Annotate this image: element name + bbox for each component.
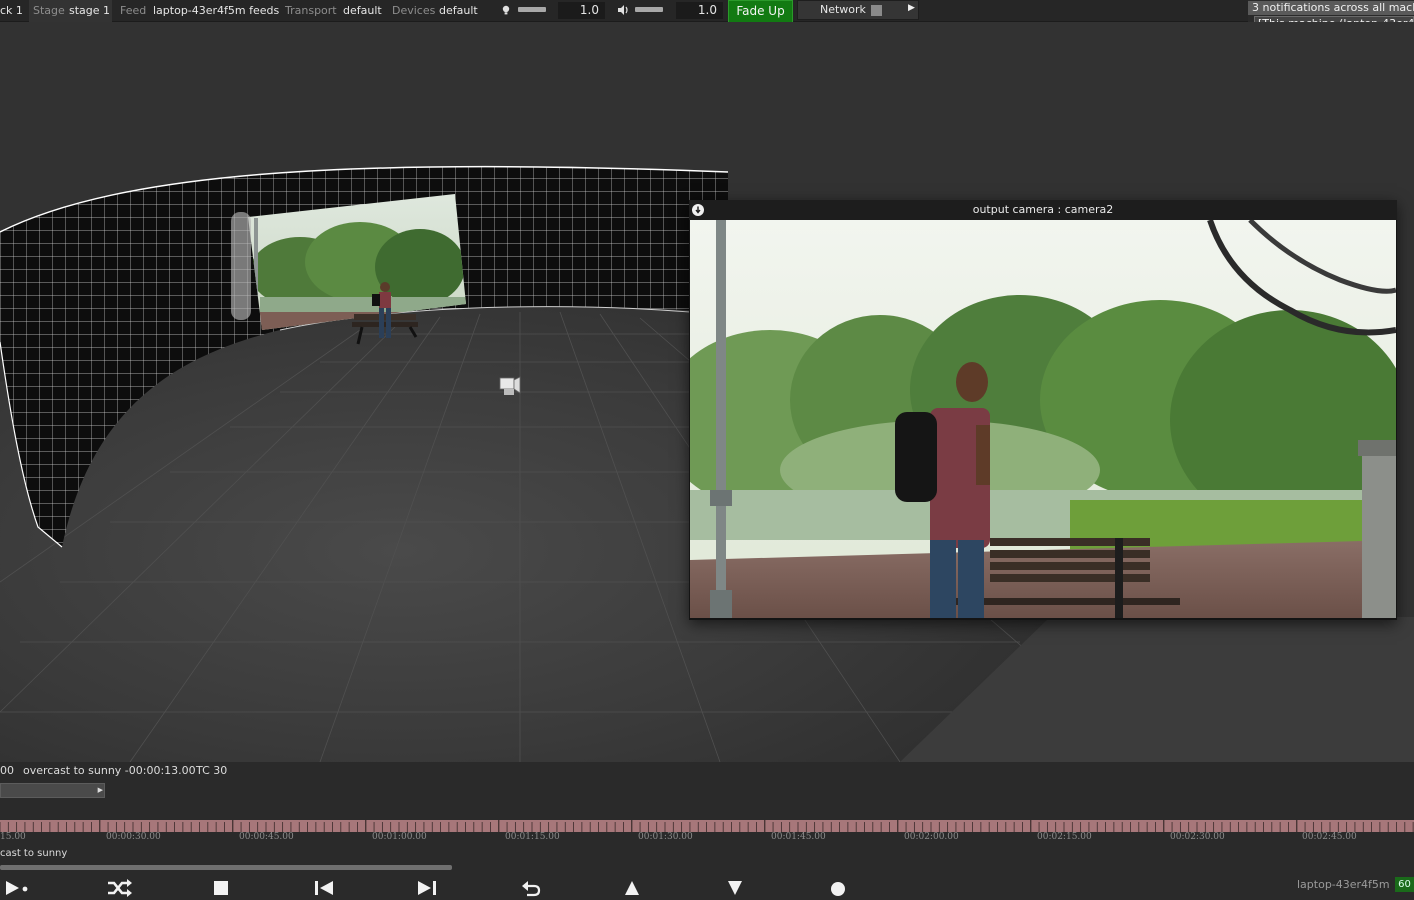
ruler-label: 00:01:30.00 [638, 832, 693, 842]
stage-value[interactable]: stage 1 [69, 2, 110, 24]
cue-track-bar[interactable] [0, 865, 453, 870]
devices-value[interactable]: default [439, 2, 478, 24]
network-panel[interactable]: Network ▶ [797, 0, 919, 20]
previous-cue-button[interactable] [311, 878, 337, 898]
up-icon [625, 881, 639, 895]
machine-name: laptop-43er4f5m [1297, 878, 1390, 891]
cue-scrubber[interactable]: ▶ [0, 783, 105, 798]
move-down-button[interactable] [722, 878, 748, 898]
skip-forward-icon [418, 881, 436, 895]
play-cue-button[interactable] [4, 878, 30, 898]
ruler-label: 00:00:45.00 [239, 832, 294, 842]
down-icon [728, 881, 742, 895]
camera-output-image [690, 220, 1396, 618]
record-button[interactable] [825, 878, 851, 898]
camera-window-title: output camera : camera2 [972, 203, 1114, 216]
timecode-label: TC 30 [196, 764, 228, 777]
feed-value[interactable]: laptop-43er4f5m feeds [153, 2, 279, 24]
ruler-label: 00:01:00.00 [372, 832, 427, 842]
top-toolbar: ck 1 Stage stage 1 Feed laptop-43er4f5m … [0, 0, 1414, 31]
network-label: Network [820, 3, 866, 16]
camera-window-titlebar[interactable]: output camera : camera2 [689, 200, 1397, 220]
ruler-label: 00:02:15.00 [1037, 832, 1092, 842]
shuffle-button[interactable] [106, 878, 132, 898]
play-cue-icon [6, 881, 28, 895]
record-icon [831, 882, 845, 896]
undo-icon [522, 881, 541, 897]
transport-label: Transport [285, 4, 337, 17]
ruler-label: 00:02:00.00 [904, 832, 959, 842]
stage-viewport[interactable]: output camera : camera2 [0, 22, 1414, 762]
transport-value[interactable]: default [343, 2, 382, 24]
volume-icon [618, 5, 630, 15]
next-cue-button[interactable] [414, 878, 440, 898]
stop-button[interactable] [208, 878, 234, 898]
stage-label: Stage [33, 4, 65, 17]
prev-cue-time: 00 [0, 764, 14, 777]
fps-badge: 60 [1395, 877, 1414, 892]
network-toggle[interactable] [871, 5, 882, 16]
undo-button[interactable] [518, 878, 544, 898]
cue-track-name: cast to sunny [0, 848, 68, 859]
ruler-label: 00:02:30.00 [1170, 832, 1225, 842]
shuffle-icon [108, 879, 132, 897]
scrubber-arrow-icon[interactable]: ▶ [98, 786, 103, 794]
volume-slider[interactable] [635, 7, 663, 12]
notifications-count[interactable]: 3 notifications across all machin [1248, 1, 1414, 15]
ruler-label: 00:01:45.00 [771, 832, 826, 842]
brightness-slider[interactable] [518, 7, 546, 12]
feed-label: Feed [120, 4, 147, 17]
brightness-value[interactable]: 1.0 [558, 2, 605, 19]
skip-back-icon [315, 881, 333, 895]
ruler-label: 15.00 [0, 832, 26, 842]
ruler-label: 00:02:45.00 [1302, 832, 1357, 842]
ruler-label: 00:00:30.00 [106, 832, 161, 842]
camera-pin-icon[interactable] [692, 204, 704, 216]
move-up-button[interactable] [619, 878, 645, 898]
camera-output-view [690, 220, 1396, 618]
volume-value[interactable]: 1.0 [676, 2, 723, 19]
fade-up-button[interactable]: Fade Up [728, 0, 793, 23]
brightness-icon [502, 5, 510, 15]
cut-label: ck 1 [0, 4, 23, 17]
stop-icon [214, 881, 228, 895]
ruler-label: 00:01:15.00 [505, 832, 560, 842]
network-expand-icon[interactable]: ▶ [908, 3, 915, 13]
timeline-panel: 00 overcast to sunny -00:00:13.00 TC 30 … [0, 762, 1414, 900]
current-cue-label: overcast to sunny -00:00:13.00 [23, 764, 196, 777]
output-camera-window[interactable]: output camera : camera2 [689, 200, 1397, 620]
timeline-ruler-ticks [0, 820, 1414, 832]
devices-label: Devices [392, 4, 436, 17]
